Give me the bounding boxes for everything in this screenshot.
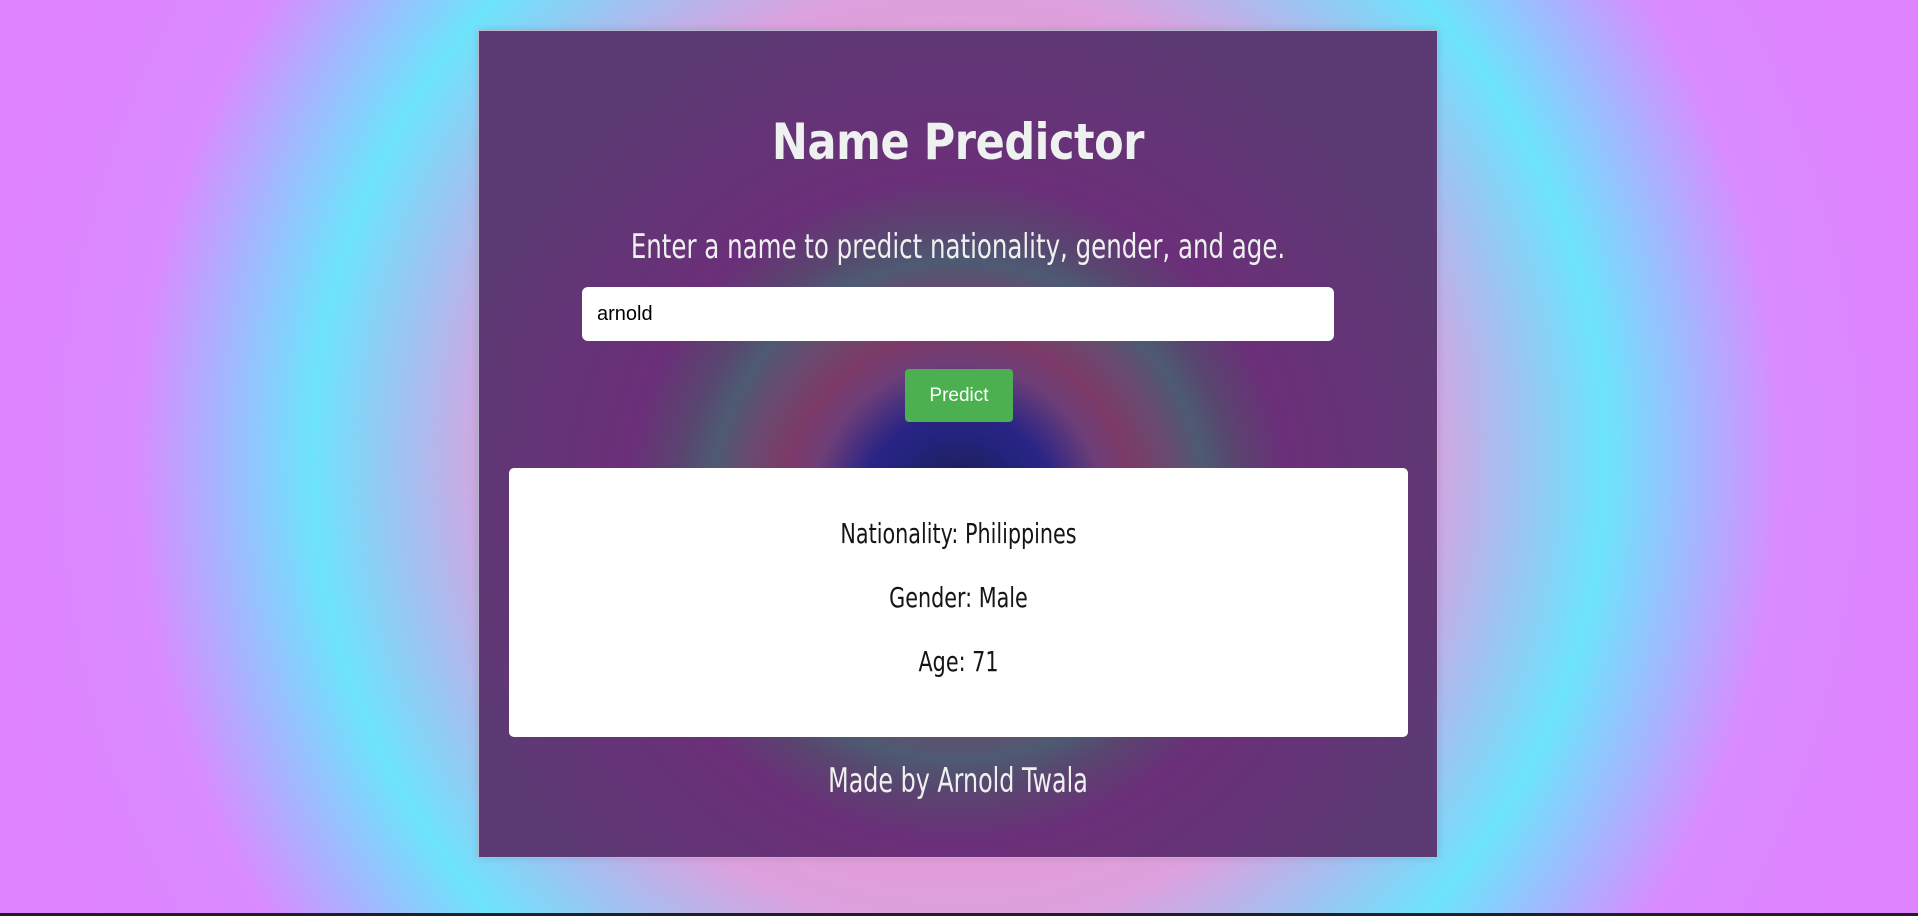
main-card: Name Predictor Enter a name to predict n…	[478, 30, 1438, 858]
results-panel: Nationality: Philippines Gender: Male Ag…	[509, 468, 1408, 737]
predict-button[interactable]: Predict	[905, 369, 1013, 422]
page-subtitle: Enter a name to predict nationality, gen…	[630, 227, 1286, 267]
page-title: Name Predictor	[771, 113, 1145, 171]
name-input[interactable]	[582, 287, 1334, 341]
footer-credit: Made by Arnold Twala	[828, 761, 1088, 801]
nationality-result: Nationality: Philippines	[840, 517, 1077, 550]
gender-result: Gender: Male	[889, 581, 1028, 614]
age-result: Age: 71	[918, 645, 999, 678]
